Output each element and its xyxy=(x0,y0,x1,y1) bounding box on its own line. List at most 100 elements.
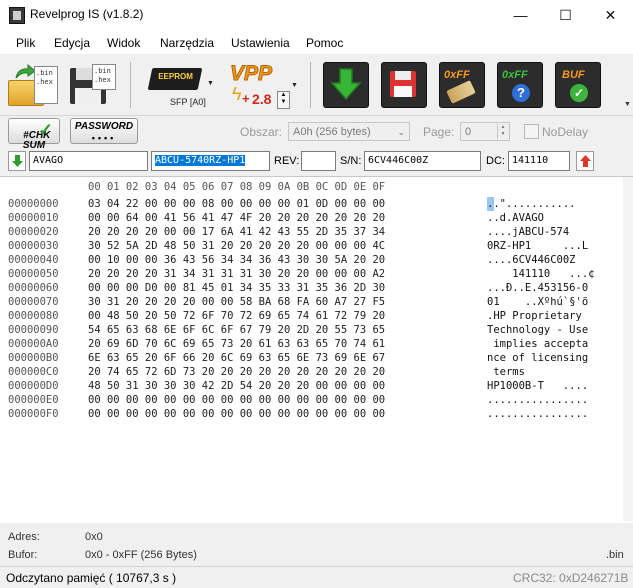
page-stepper[interactable]: ▲ ▼ xyxy=(497,124,508,139)
hex-row: 00 10 00 00 36 43 56 34 34 36 43 30 30 5… xyxy=(88,254,386,266)
hex-row: 00 00 00 D0 00 81 45 01 34 35 33 31 35 3… xyxy=(88,282,386,294)
nodelay-label: NoDelay xyxy=(542,125,589,139)
hex-offset: 000000D0 xyxy=(8,380,59,392)
vpp-stepper[interactable]: ▲ ▼ xyxy=(277,91,290,109)
ascii-row: ................ xyxy=(487,394,589,406)
password-button[interactable]: PASSWORD •••• xyxy=(70,118,138,144)
status-divider xyxy=(0,566,633,567)
broom-icon xyxy=(446,80,476,104)
hex-offset: 000000C0 xyxy=(8,366,59,378)
write-button[interactable] xyxy=(381,62,427,108)
ascii-row: nce of licensing xyxy=(487,352,589,364)
page-label: Page: xyxy=(423,125,455,139)
buffer-value: 0x0 - 0xFF (256 Bytes) xyxy=(85,549,197,561)
menu-pomoc[interactable]: Pomoc xyxy=(306,36,343,50)
hex-scrollbar[interactable] xyxy=(623,177,633,521)
hex-row: 00 00 00 00 00 00 00 00 00 00 00 00 00 0… xyxy=(88,408,386,420)
vpp-control[interactable]: VPP ϟ + 2.8 ▲ ▼ ▼ xyxy=(228,60,300,109)
part-number-field[interactable]: ABCU-5740RZ-HP1 xyxy=(151,151,270,171)
menu-edycja[interactable]: Edycja xyxy=(54,36,90,50)
ascii-row: .."........... xyxy=(487,198,576,210)
hex-offset: 000000E0 xyxy=(8,394,59,406)
hex-offset: 00000070 xyxy=(8,296,59,308)
file-icon: .bin .hex xyxy=(34,66,58,104)
vpp-icon: VPP xyxy=(229,62,273,86)
dc-label: DC: xyxy=(486,155,505,167)
open-file-button[interactable]: .bin .hex xyxy=(6,62,58,108)
hex-offset: 000000A0 xyxy=(8,338,59,350)
password-label: PASSWORD xyxy=(74,121,134,132)
red-upload-icon xyxy=(580,155,591,167)
area-select[interactable]: A0h (256 bytes) ⌄ xyxy=(288,122,410,141)
hex-row: 03 04 22 00 00 00 08 00 00 00 00 01 0D 0… xyxy=(88,198,386,210)
hex-offset: 00000010 xyxy=(8,212,59,224)
ascii-row: ...Ð..E.453156-0 xyxy=(487,282,589,294)
ascii-row: implies accepta xyxy=(487,338,589,350)
hex-ascii[interactable]: .."........... ..d.AVAGO ....jABCU-574 0RZ-… xyxy=(487,197,594,421)
date-code-field[interactable]: 141110 xyxy=(508,151,570,171)
menu-narzedzia[interactable]: Narzędzia xyxy=(160,36,214,50)
vpp-dropdown-icon[interactable]: ▼ xyxy=(291,82,298,89)
blank-check-label: 0xFF xyxy=(502,69,528,81)
verify-buffer-button[interactable]: BUF ✓ xyxy=(555,62,601,108)
export-id-button[interactable] xyxy=(576,151,594,171)
erase-button[interactable]: 0xFF xyxy=(439,62,485,108)
ascii-row: 01 ..Xºhú`§'õ xyxy=(487,296,589,308)
toolbar-separator xyxy=(310,62,311,108)
hex-row: 20 20 20 20 00 00 17 6A 41 42 43 55 2D 3… xyxy=(88,226,386,238)
vpp-plus-icon: + xyxy=(242,91,250,106)
write-floppy-icon xyxy=(390,71,416,97)
read-button[interactable] xyxy=(323,62,369,108)
hex-row: 30 31 20 20 20 20 00 00 58 BA 68 FA 60 A… xyxy=(88,296,386,308)
sn-label: S/N: xyxy=(340,155,362,167)
hex-row: 00 48 50 20 50 72 6F 70 72 69 65 74 61 7… xyxy=(88,310,386,322)
erase-label: 0xFF xyxy=(444,69,470,81)
address-value: 0x0 xyxy=(85,531,103,543)
minimize-button[interactable]: — xyxy=(498,0,543,30)
menu-ustawienia[interactable]: Ustawienia xyxy=(231,36,290,50)
page-value: 0 xyxy=(465,126,472,138)
hex-row: 48 50 31 30 30 30 42 2D 54 20 20 20 00 0… xyxy=(88,380,386,392)
rev-field[interactable] xyxy=(301,151,336,171)
page-input[interactable]: 0 ▲ ▼ xyxy=(460,122,510,141)
serial-field[interactable]: 6CV446C00Z xyxy=(364,151,481,171)
address-label: Adres: xyxy=(8,531,40,543)
hex-offset: 00000040 xyxy=(8,254,59,266)
blank-check-button[interactable]: 0xFF ? xyxy=(497,62,543,108)
part-number-value: ABCU-5740RZ-HP1 xyxy=(155,155,246,166)
hex-offset: 00000030 xyxy=(8,240,59,252)
ascii-row: terms xyxy=(487,366,525,378)
question-icon: ? xyxy=(512,84,530,102)
nodelay-checkbox[interactable] xyxy=(524,124,539,139)
hex-offset: 00000020 xyxy=(8,226,59,238)
hex-bytes[interactable]: 03 04 22 00 00 00 08 00 00 00 00 01 0D 0… xyxy=(88,197,385,421)
maximize-button[interactable]: ☐ xyxy=(543,0,588,30)
close-button[interactable]: ✕ xyxy=(588,0,633,30)
hex-offsets: 00000000 00000010 00000020 00000030 00000040… xyxy=(8,197,59,421)
menu-plik[interactable]: Plik xyxy=(16,36,35,50)
chip-select-button[interactable]: EEPROM SFP [A0] ▼ xyxy=(144,62,214,108)
import-id-button[interactable] xyxy=(8,151,26,171)
vendor-field[interactable]: AVAGO xyxy=(29,151,148,171)
ascii-row: Technology - Use xyxy=(487,324,589,336)
ascii-row: ................ xyxy=(487,408,589,420)
ascii-row: 141110 ...¢ xyxy=(487,268,595,280)
chip-icon-label: EEPROM xyxy=(158,72,193,81)
hex-row: 6E 63 65 20 6F 66 20 6C 69 63 65 6E 73 6… xyxy=(88,352,386,364)
menu-widok[interactable]: Widok xyxy=(107,36,140,50)
area-label: Obszar: xyxy=(240,125,283,139)
ascii-row: HP1000B-T .... xyxy=(487,380,589,392)
ascii-row: 0RZ-HP1 ...L xyxy=(487,240,589,252)
chip-dropdown-icon[interactable]: ▼ xyxy=(207,80,214,87)
hex-offset: 00000080 xyxy=(8,310,59,322)
save-file-doc-icon: .bin .hex xyxy=(92,64,116,90)
download-arrow-icon xyxy=(330,68,362,101)
hex-offset: 00000090 xyxy=(8,324,59,336)
save-file-button[interactable]: .bin .hex xyxy=(70,62,116,108)
hex-offset: 00000060 xyxy=(8,282,59,294)
ascii-row: ....jABCU-574 xyxy=(487,226,570,238)
chip-package-label: SFP [A0] xyxy=(170,97,206,107)
hex-offset: 00000000 xyxy=(8,198,59,210)
toolbar-overflow-icon[interactable]: ▼ xyxy=(624,101,632,111)
hex-offset: 00000050 xyxy=(8,268,59,280)
